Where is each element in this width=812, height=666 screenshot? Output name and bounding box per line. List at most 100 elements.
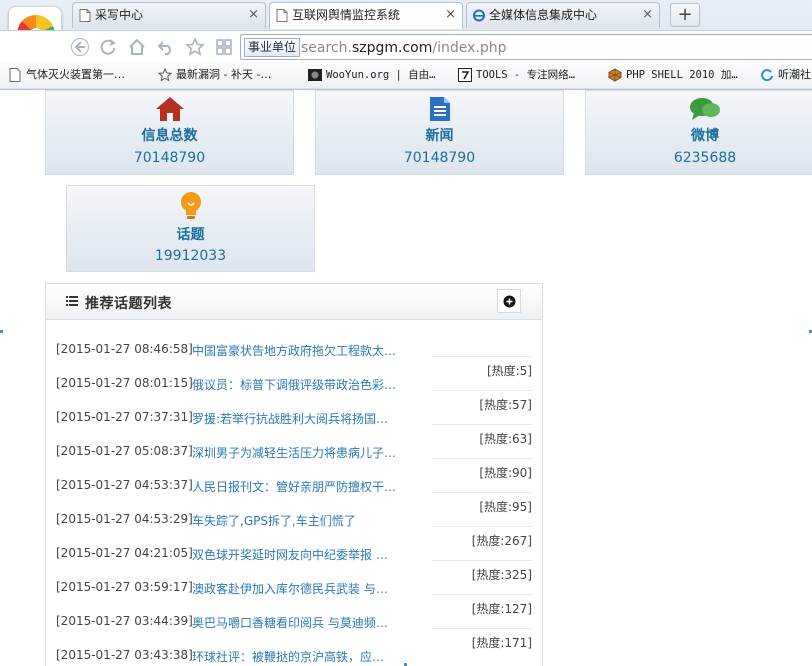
page-icon <box>9 68 21 82</box>
star-icon <box>158 68 172 82</box>
row-divider <box>432 526 532 527</box>
site-category-badge[interactable]: 事业单位 <box>244 38 301 57</box>
stat-card-weibo[interactable]: 微博 6235688 <box>585 90 812 175</box>
panel-header: 推荐话题列表 <box>46 284 542 320</box>
refresh-icon <box>761 69 773 82</box>
tab-label: 互联网舆情监控系统 <box>292 8 401 22</box>
tab-label: 全媒体信息集成中心 <box>489 8 598 22</box>
topic-heat: [热度:325] <box>471 568 532 582</box>
topic-row[interactable]: [2015-01-27 04:21:05] 双色球开奖延时网友向中纪委举报 … … <box>56 526 532 562</box>
topic-time: [2015-01-27 04:53:37] <box>56 478 193 492</box>
topic-time: [2015-01-27 04:53:29] <box>56 512 193 526</box>
close-icon[interactable]: × <box>248 3 259 27</box>
topic-row[interactable]: [2015-01-27 08:46:58] 中国富豪状告地方政府拖欠工程款太… <box>56 322 532 358</box>
refresh-icon[interactable] <box>98 37 118 57</box>
document-icon <box>429 97 450 121</box>
address-bar[interactable]: 事业单位 search.szpgm.com/index.php <box>240 34 812 60</box>
topic-time: [2015-01-27 03:59:17] <box>56 580 193 594</box>
list-icon <box>66 296 78 306</box>
php-icon <box>608 68 622 82</box>
bookmark-item[interactable]: 听潮社 <box>760 66 811 84</box>
stat-value: 70148790 <box>403 150 476 166</box>
topic-heat: [热度:267] <box>471 534 532 548</box>
topic-row[interactable]: [2015-01-27 03:43:38] 环球社评：被鞭挞的京沪高铁，应… [… <box>56 628 532 665</box>
topic-heat: [热度:95] <box>479 500 532 514</box>
stat-label: 信息总数 <box>141 128 198 144</box>
tab-caixie[interactable]: 采写中心 × <box>72 2 266 28</box>
topic-row[interactable]: [2015-01-27 07:37:31] 罗援:若举行抗战胜利大阅兵将扬国… … <box>56 390 532 426</box>
row-divider <box>432 492 532 493</box>
topic-heat: [热度:57] <box>479 398 532 412</box>
url-domain: szpgm.com <box>351 40 433 56</box>
row-divider <box>432 628 532 629</box>
row-divider <box>432 594 532 595</box>
topic-time: [2015-01-27 07:37:31] <box>56 410 193 424</box>
url-path: /index.php <box>432 40 507 56</box>
stat-value: 6235688 <box>673 150 737 166</box>
tools-icon <box>458 68 472 82</box>
topic-row[interactable]: [2015-01-27 05:08:37] 深圳男子为减轻生活压力将患病儿子… … <box>56 424 532 460</box>
topic-heat: [热度:63] <box>479 432 532 446</box>
topic-title-link[interactable]: 环球社评：被鞭挞的京沪高铁，应… <box>192 648 384 665</box>
url-prefix: search. <box>301 40 352 56</box>
close-icon[interactable]: × <box>445 3 456 27</box>
undo-icon[interactable] <box>156 37 176 57</box>
stat-card-topics[interactable]: 话题 19912033 <box>66 185 315 272</box>
bookmark-item[interactable]: WooYun.org | 自由… <box>308 66 436 84</box>
page-icon <box>79 9 91 22</box>
bookmark-label: TOOLS - 专注网络… <box>476 69 575 81</box>
expand-button[interactable] <box>497 289 521 313</box>
row-divider <box>432 390 532 391</box>
stat-value: 70148790 <box>133 150 206 166</box>
recommended-topics-panel: 推荐话题列表 [2015-01-27 08:46:58] 中国富豪状告地方政府拖… <box>45 283 543 666</box>
lightbulb-icon <box>180 192 201 219</box>
panel-title: 推荐话题列表 <box>85 296 172 312</box>
bookmark-item[interactable]: 气体灭火装置第一… <box>8 66 125 84</box>
row-divider <box>432 458 532 459</box>
topic-time: [2015-01-27 05:08:37] <box>56 444 193 458</box>
bookmark-label: 听潮社 <box>778 68 811 81</box>
stat-card-total[interactable]: 信息总数 70148790 <box>45 90 294 175</box>
bookmark-item[interactable]: TOOLS - 专注网络… <box>458 66 575 84</box>
chat-icon <box>690 98 720 120</box>
resize-handle <box>0 330 3 333</box>
tab-label: 采写中心 <box>95 8 144 22</box>
topic-row[interactable]: [2015-01-27 04:53:37] 人民日报刊文：管好亲朋严防擅权干… … <box>56 458 532 494</box>
topic-time: [2015-01-27 04:21:05] <box>56 546 193 560</box>
bookmark-label: WooYun.org | 自由… <box>326 69 436 81</box>
tab-media-center[interactable]: 全媒体信息集成中心 × <box>466 2 660 28</box>
close-icon[interactable]: × <box>642 3 653 27</box>
row-divider <box>432 424 532 425</box>
topic-heat: [热度:5] <box>486 364 532 378</box>
bookmark-label: 气体灭火装置第一… <box>26 68 125 81</box>
browser-chrome: 采写中心 × 互联网舆情监控系统 × 全媒体信息集成中心 × + 事业单位 se… <box>0 0 812 90</box>
topic-row[interactable]: [2015-01-27 04:53:29] 车失踪了,GPS拆了,车主们慌了 [… <box>56 492 532 528</box>
bookmarks-bar: 气体灭火装置第一… 最新漏洞 - 补天 -… WooYun.org | 自由… … <box>0 62 812 88</box>
new-tab-button[interactable]: + <box>670 3 700 27</box>
stat-value: 19912033 <box>154 248 227 264</box>
home-icon[interactable] <box>127 37 147 57</box>
stat-label: 话题 <box>176 227 205 243</box>
stat-card-news[interactable]: 新闻 70148790 <box>315 90 564 175</box>
page-icon <box>276 9 288 22</box>
url-text[interactable]: search.szpgm.com/index.php <box>301 39 507 57</box>
tab-monitor-system[interactable]: 互联网舆情监控系统 × <box>269 2 463 29</box>
topic-time: [2015-01-27 08:01:15] <box>56 376 193 390</box>
topic-row[interactable]: [2015-01-27 03:44:39] 奥巴马嚼口香糖看印阅兵 与莫迪频… … <box>56 594 532 630</box>
wooyun-icon <box>308 69 322 81</box>
topic-row[interactable]: [2015-01-27 03:59:17] 澳政客赴伊加入库尔德民兵武装 与… … <box>56 560 532 596</box>
bookmark-label: PHP SHELL 2010 加… <box>626 69 738 81</box>
topic-time: [2015-01-27 08:46:58] <box>56 342 193 356</box>
bookmark-label: 最新漏洞 - 补天 -… <box>176 68 272 81</box>
topic-heat: [热度:127] <box>471 602 532 616</box>
favorite-star-icon[interactable] <box>185 37 205 57</box>
row-divider <box>432 560 532 561</box>
bookmark-item[interactable]: PHP SHELL 2010 加… <box>608 66 738 84</box>
topic-row[interactable]: [2015-01-27 08:01:15] 俄议员：标普下调俄评级带政治色彩… … <box>56 356 532 392</box>
row-divider <box>432 356 532 357</box>
home-icon <box>155 97 184 121</box>
apps-grid-icon[interactable] <box>214 37 234 57</box>
navigation-bar: 事业单位 search.szpgm.com/index.php <box>0 30 812 62</box>
bookmark-item[interactable]: 最新漏洞 - 补天 -… <box>158 66 271 84</box>
back-icon[interactable] <box>70 37 90 57</box>
